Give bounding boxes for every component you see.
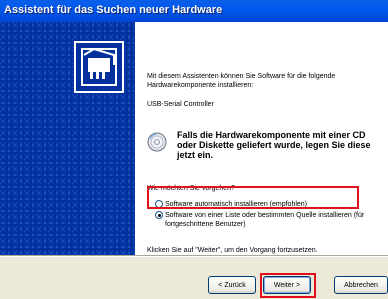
radio-manual[interactable] <box>155 211 163 219</box>
option-manual-label: Software von einer Liste oder bestimmten… <box>165 212 365 228</box>
button-separator <box>0 255 388 257</box>
instruction-text: Klicken Sie auf "Weiter", um den Vorgang… <box>147 247 318 254</box>
intro-text: Mit diesem Assistenten können Sie Softwa… <box>147 73 336 89</box>
option-highlight-box <box>147 186 359 209</box>
wizard-side-panel <box>0 22 135 255</box>
title-bar[interactable]: Assistent für das Suchen neuer Hardware <box>0 0 388 22</box>
next-highlight-box <box>260 273 316 298</box>
cd-icon <box>147 132 167 152</box>
device-name: USB-Serial Controller <box>147 101 214 108</box>
window-title: Assistent für das Suchen neuer Hardware <box>4 4 223 16</box>
cd-hint-text: Falls die Hardwarekomponente mit einer C… <box>177 130 371 160</box>
wizard-content: Mit diesem Assistenten können Sie Softwa… <box>135 22 388 255</box>
option-manual[interactable]: Software von einer Liste oder bestimmten… <box>155 211 380 231</box>
hardware-card-icon <box>74 41 124 93</box>
back-button[interactable]: < Zurück <box>208 276 256 294</box>
cancel-button[interactable]: Abbrechen <box>334 276 388 294</box>
